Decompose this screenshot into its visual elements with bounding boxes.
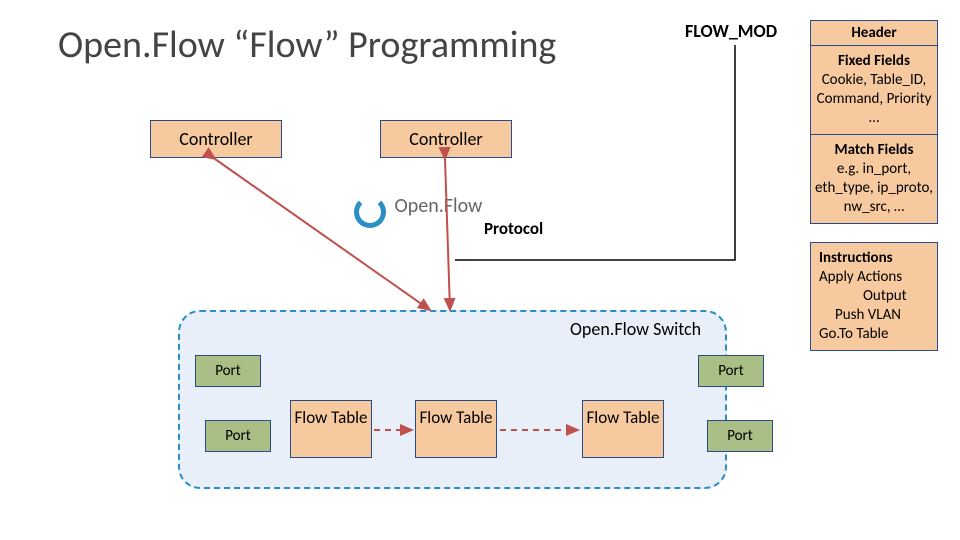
switch-label: Open.Flow Switch <box>570 318 701 340</box>
port-1: Port <box>195 355 261 387</box>
instr-l3: Push VLAN <box>819 306 901 324</box>
port-3: Port <box>698 355 764 387</box>
fixed-fields-title: Fixed Fields <box>838 52 910 70</box>
instr-l1: Apply Actions <box>819 268 902 286</box>
match-fields-title: Match Fields <box>835 141 914 159</box>
flow-table-2: Flow Table <box>415 400 497 458</box>
match-fields-body: e.g. in_port, eth_type, ip_proto, nw_src… <box>815 160 933 216</box>
instr-title: Instructions <box>819 249 893 267</box>
packet-header-box: Header <box>810 20 938 46</box>
openflow-text: Open.Flow <box>395 194 483 218</box>
fixed-fields-body: Cookie, Table_ID, Command, Priority … <box>817 71 932 127</box>
flowmod-label: FLOW_MOD <box>685 20 777 42</box>
slide-title: Open.Flow “Flow” Programming <box>58 22 556 68</box>
instr-l2: Output <box>819 287 907 305</box>
flow-table-3: Flow Table <box>582 400 664 458</box>
port-4: Port <box>707 420 773 452</box>
controller-box-2: Controller <box>380 120 512 158</box>
controller-box-1: Controller <box>150 120 282 158</box>
port-2: Port <box>205 420 271 452</box>
packet-structure: Header Fixed Fields Cookie, Table_ID, Co… <box>810 20 938 351</box>
instr-l4: Go.To Table <box>819 325 888 343</box>
packet-instructions: Instructions Apply Actions Output Push V… <box>810 242 938 351</box>
protocol-label: Protocol <box>484 218 543 239</box>
openflow-logo: Open.Flow <box>350 190 482 224</box>
packet-fixed-fields: Fixed Fields Cookie, Table_ID, Command, … <box>810 46 938 135</box>
openflow-icon <box>350 190 384 224</box>
flow-table-1: Flow Table <box>290 400 372 458</box>
packet-match-fields: Match Fields e.g. in_port, eth_type, ip_… <box>810 135 938 224</box>
